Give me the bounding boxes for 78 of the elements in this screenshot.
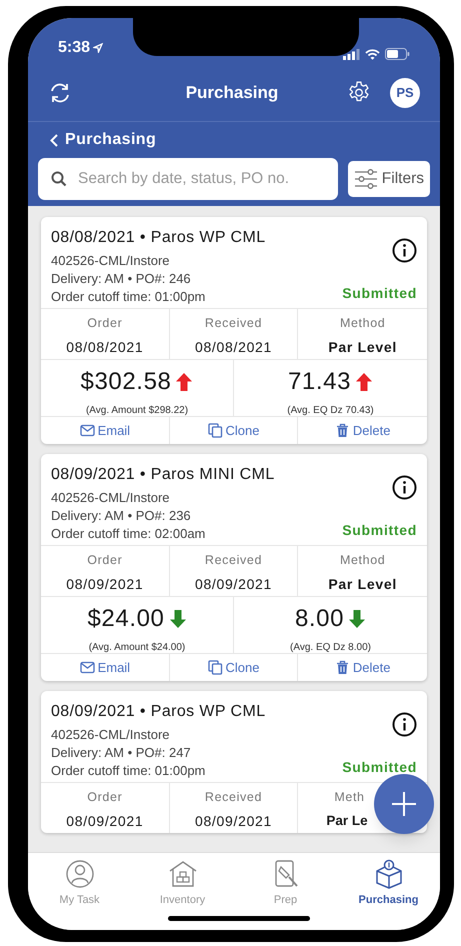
user-avatar[interactable]: PS: [390, 78, 420, 108]
delete-button[interactable]: Delete: [298, 417, 427, 444]
store-label: 402526-CML/Instore: [51, 253, 171, 268]
refresh-icon[interactable]: [48, 80, 72, 104]
store-label: 402526-CML/Instore: [51, 490, 171, 505]
amount-value: $24.00: [87, 604, 164, 634]
email-button[interactable]: Email: [41, 417, 170, 444]
sliders-icon: [354, 168, 378, 190]
clone-button[interactable]: Clone: [170, 417, 298, 444]
trash-icon: [334, 423, 350, 438]
info-icon[interactable]: [392, 712, 417, 737]
tab-item[interactable]: Prep: [234, 859, 337, 930]
column-label: Received: [204, 315, 262, 332]
column-value: 08/08/2021: [66, 338, 144, 357]
status-label: Submitted: [342, 521, 417, 540]
copy-icon: [208, 423, 222, 438]
delete-button[interactable]: Delete: [298, 654, 427, 681]
column-label: Order: [87, 789, 122, 806]
column-value: 08/09/2021: [66, 574, 144, 594]
email-button[interactable]: Email: [41, 654, 170, 681]
back-link[interactable]: Purchasing: [50, 128, 156, 152]
person-icon: [64, 859, 94, 889]
store-label: 402526-CML/Instore: [51, 727, 171, 742]
battery-icon: [385, 48, 410, 60]
column-value: 08/09/2021: [194, 574, 272, 594]
search-icon: [51, 171, 67, 187]
clone-button[interactable]: Clone: [170, 654, 298, 681]
envelope-icon: [80, 660, 95, 675]
column-value: 08/09/2021: [194, 812, 272, 831]
warehouse-icon: [168, 859, 198, 889]
delivery-info: Delivery: AM • PO#: 246: [51, 271, 192, 286]
tab-item[interactable]: Purchasing: [337, 859, 440, 930]
column-value: Par Level: [328, 338, 397, 357]
cutoff-time: Order cutoff time: 01:00pm: [51, 763, 206, 778]
order-title: 08/08/2021 • Paros WP CML: [51, 228, 266, 248]
order-title: 08/09/2021 • Paros MINI CML: [51, 465, 275, 485]
delivery-info: Delivery: AM • PO#: 247: [51, 745, 192, 760]
average-note: (Avg. EQ Dz 8.00): [290, 641, 371, 655]
column-label: Meth: [334, 789, 365, 806]
status-label: Submitted: [342, 284, 417, 303]
info-icon[interactable]: [392, 238, 417, 263]
average-note: (Avg. Amount $24.00): [88, 641, 186, 655]
eq-value: 8.00: [294, 604, 344, 634]
tab-item[interactable]: Inventory: [131, 859, 234, 930]
column-label: Method: [340, 315, 386, 332]
cutoff-time: Order cutoff time: 02:00am: [51, 526, 206, 541]
cutoff-time: Order cutoff time: 01:00pm: [51, 289, 206, 304]
column-value: 08/08/2021: [194, 338, 272, 357]
column-label: Order: [87, 552, 122, 569]
search-field[interactable]: Search by date, status, PO no.: [38, 158, 338, 200]
order-title: 08/09/2021 • Paros WP CML: [51, 702, 266, 722]
info-icon[interactable]: [392, 475, 417, 500]
average-note: (Avg. EQ Dz 70.43): [287, 404, 374, 418]
copy-icon: [208, 660, 222, 675]
trash-icon: [334, 660, 350, 675]
column-value: Par Le: [326, 812, 368, 830]
column-label: Order: [87, 315, 122, 332]
money-box-icon: [374, 859, 404, 889]
status-time: 5:38: [58, 38, 90, 58]
envelope-icon: [80, 423, 95, 438]
eq-value: 71.43: [288, 367, 352, 397]
column-label: Received: [204, 789, 262, 806]
average-note: (Avg. Amount $298.22): [86, 404, 188, 418]
signal-icon: [343, 48, 360, 60]
amount-value: $302.58: [80, 367, 172, 397]
column-value: Par Level: [328, 574, 397, 594]
page-title: Purchasing: [186, 82, 278, 104]
column-label: Received: [204, 552, 262, 569]
chevron-left-icon: [50, 134, 58, 146]
delivery-info: Delivery: AM • PO#: 236: [51, 508, 192, 523]
location-icon: [93, 43, 104, 53]
column-label: Method: [340, 552, 386, 569]
wifi-icon: [365, 48, 380, 60]
tab-item[interactable]: My Task: [28, 859, 131, 930]
column-value: 08/09/2021: [66, 812, 144, 831]
status-label: Submitted: [342, 758, 417, 777]
plus-icon: [391, 791, 417, 817]
filters-button[interactable]: Filters: [348, 161, 430, 197]
